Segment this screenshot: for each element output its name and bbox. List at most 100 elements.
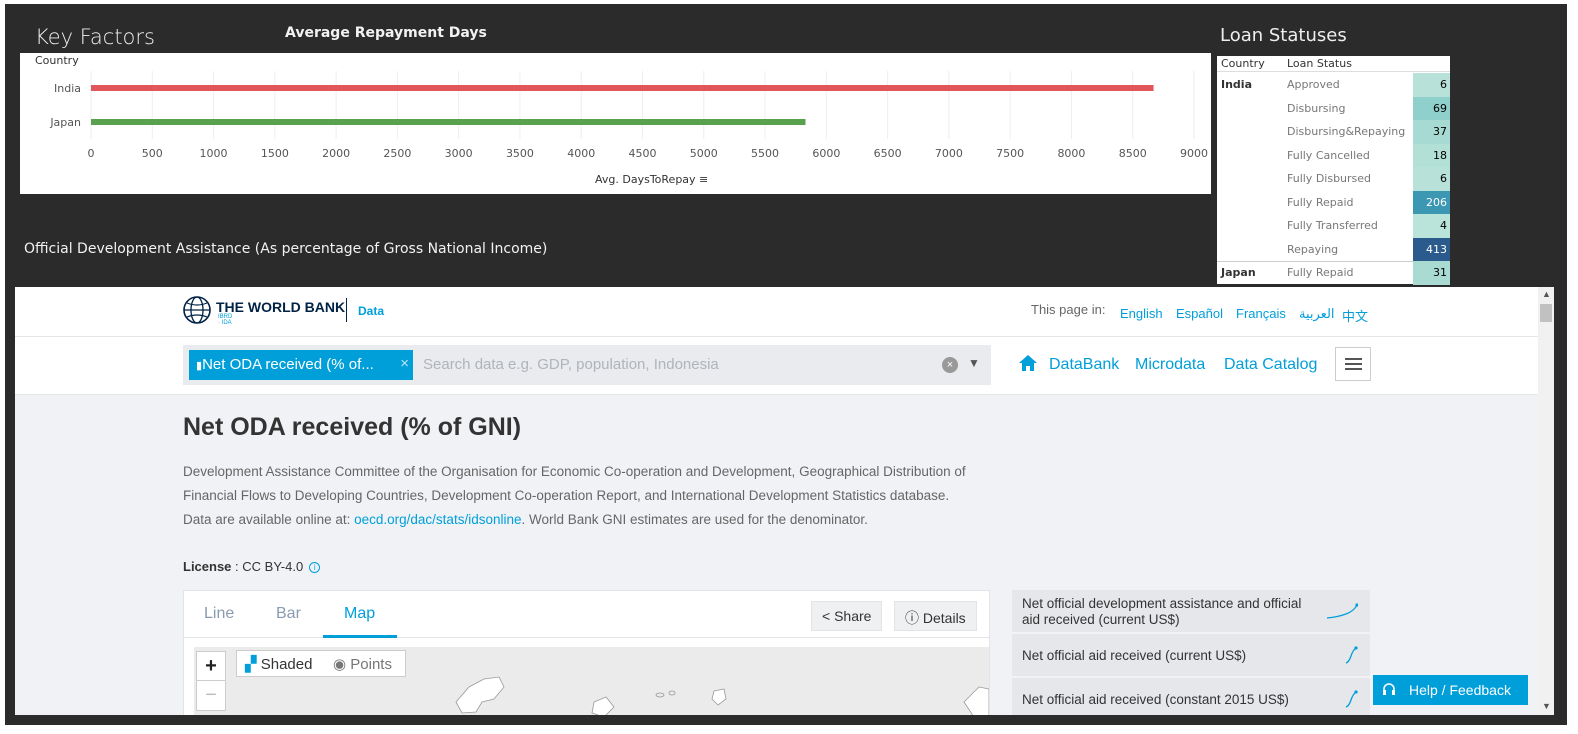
- x-tick-label: 9000: [1180, 147, 1208, 160]
- x-axis-title: Avg. DaysToRepay ≡: [595, 173, 709, 186]
- count-cell: 4: [1413, 214, 1450, 238]
- country-cell: India: [1221, 78, 1252, 91]
- x-tick-label: 7000: [935, 147, 963, 160]
- repayment-bar-chart[interactable]: Country 0 500 1000 1500 2000 2500 3000 3500 4000…: [20, 53, 1211, 194]
- table-row[interactable]: Fully Cancelled 18: [1217, 143, 1450, 167]
- lang-chinese[interactable]: 中文: [1342, 306, 1368, 325]
- scroll-down-icon[interactable]: ▼: [1542, 701, 1551, 711]
- table-row[interactable]: Japan Fully Repaid 31: [1217, 261, 1450, 285]
- world-map[interactable]: + − ▞ Shaded ◉ Points: [194, 647, 989, 715]
- bar-india[interactable]: [91, 85, 1154, 91]
- chart-tabs: Line Bar Map < Share ⓘ Details: [184, 591, 989, 638]
- count-cell: 6: [1413, 73, 1450, 97]
- lang-arabic[interactable]: العربية: [1299, 306, 1335, 322]
- table-row[interactable]: Repaying 413: [1217, 237, 1450, 261]
- hamburger-menu-button[interactable]: [1335, 347, 1371, 381]
- shaded-icon: ▞: [245, 656, 257, 673]
- chevron-down-icon[interactable]: ▼: [968, 356, 980, 370]
- scroll-up-icon[interactable]: ▲: [1542, 289, 1551, 299]
- details-button[interactable]: ⓘ Details: [894, 601, 977, 631]
- related-item[interactable]: Net official development assistance and …: [1012, 590, 1370, 634]
- nav-microdata[interactable]: Microdata: [1135, 356, 1205, 374]
- table-row[interactable]: India Approved 6: [1217, 73, 1450, 97]
- count-cell: 206: [1413, 190, 1450, 214]
- related-item[interactable]: Net official aid received (constant 2015…: [1012, 678, 1370, 715]
- scrollbar[interactable]: ▲ ▼: [1538, 287, 1554, 715]
- search-placeholder: Search data e.g. GDP, population, Indone…: [423, 356, 719, 373]
- help-feedback-button[interactable]: Help / Feedback: [1373, 675, 1528, 705]
- table-header: Country Loan Status: [1217, 56, 1450, 72]
- tab-bar[interactable]: Bar: [276, 605, 301, 623]
- loan-statuses-title: Loan Statuses: [1220, 25, 1347, 46]
- info-circle-icon: ⓘ: [905, 610, 919, 626]
- x-tick-label: 4000: [567, 147, 595, 160]
- lang-francais[interactable]: Français: [1236, 306, 1286, 321]
- bar-chart-title: Average Repayment Days: [285, 25, 487, 41]
- status-cell: Fully Repaid: [1287, 266, 1354, 279]
- logo-divider: [346, 298, 347, 322]
- zoom-out-button[interactable]: −: [197, 681, 225, 710]
- related-item[interactable]: Net official aid received (current US$): [1012, 634, 1370, 678]
- share-button[interactable]: < Share: [811, 601, 883, 631]
- chip-close-icon[interactable]: ×: [400, 355, 409, 372]
- sparkline-icon: [1345, 646, 1358, 664]
- count-cell: 18: [1413, 143, 1450, 167]
- page-title: Net ODA received (% of GNI): [183, 413, 522, 441]
- search-chip[interactable]: ▮Net ODA received (% of... ×: [189, 350, 413, 380]
- x-tick-label: 8000: [1057, 147, 1085, 160]
- table-row[interactable]: Fully Transferred 4: [1217, 214, 1450, 238]
- sparkline-icon: [1326, 603, 1358, 619]
- info-icon[interactable]: i: [309, 562, 321, 573]
- category-label-india: India: [54, 82, 81, 95]
- status-cell: Fully Cancelled: [1287, 148, 1370, 162]
- search-input[interactable]: ▮Net ODA received (% of... × Search data…: [183, 345, 991, 385]
- x-tick-label: 8500: [1119, 147, 1147, 160]
- x-tick-label: 5500: [751, 147, 779, 160]
- key-factors-title: Key Factors: [35, 25, 155, 49]
- lang-espanol[interactable]: Español: [1176, 306, 1223, 321]
- globe-icon: [183, 296, 211, 324]
- table-row[interactable]: Fully Disbursed 6: [1217, 167, 1450, 191]
- shaded-option[interactable]: ▞ Shaded: [245, 655, 312, 673]
- tab-line[interactable]: Line: [204, 605, 234, 623]
- logo-data-link[interactable]: Data: [358, 304, 384, 318]
- zoom-in-button[interactable]: +: [197, 652, 225, 681]
- license-line: License : CC BY-4.0 i: [183, 559, 321, 574]
- x-tick-label: 5000: [690, 147, 718, 160]
- nav-databank[interactable]: DataBank: [1049, 356, 1119, 374]
- x-tick-label: 1000: [200, 147, 228, 160]
- country-cell: Japan: [1221, 266, 1256, 279]
- status-cell: Disbursing: [1287, 101, 1346, 115]
- table-row[interactable]: Fully Repaid 206: [1217, 190, 1450, 214]
- points-option[interactable]: ◉ Points: [333, 655, 392, 673]
- oecd-link[interactable]: oecd.org/dac/stats/idsonline: [354, 512, 521, 527]
- x-tick-label: 7500: [996, 147, 1024, 160]
- table-row[interactable]: Disbursing 69: [1217, 96, 1450, 120]
- tab-map[interactable]: Map: [344, 605, 375, 623]
- count-cell: 69: [1413, 96, 1450, 120]
- nav-data-catalog[interactable]: Data Catalog: [1224, 356, 1317, 374]
- indicator-description: Development Assistance Committee of the …: [183, 464, 966, 527]
- x-tick-label: 2000: [322, 147, 350, 160]
- active-tab-indicator: [323, 635, 397, 638]
- home-icon[interactable]: [1018, 354, 1038, 372]
- count-cell: 37: [1413, 120, 1450, 144]
- count-cell: 31: [1413, 261, 1450, 285]
- lang-english[interactable]: English: [1120, 306, 1163, 321]
- table-row[interactable]: Disbursing&Repaying 37: [1217, 120, 1450, 144]
- x-tick-label: 3500: [506, 147, 534, 160]
- scroll-thumb[interactable]: [1540, 304, 1552, 322]
- status-cell: Repaying: [1287, 242, 1339, 256]
- x-tick-label: 0: [88, 147, 95, 160]
- sort-icon[interactable]: ≡: [699, 173, 708, 186]
- x-tick-label: 2500: [383, 147, 411, 160]
- status-cell: Fully Transferred: [1287, 219, 1378, 232]
- x-tick-label: 500: [142, 147, 163, 160]
- clear-icon[interactable]: ×: [942, 357, 958, 373]
- visualization-panel: Line Bar Map < Share ⓘ Details + − ▞ Sha…: [183, 590, 990, 715]
- zoom-control: + −: [196, 651, 226, 711]
- logo-subtitle: IBRD · IDA: [218, 314, 233, 326]
- loan-status-table[interactable]: Country Loan Status India Approved 6 Disbur…: [1217, 56, 1450, 285]
- headset-icon: [1383, 683, 1395, 695]
- bar-japan[interactable]: [91, 119, 806, 125]
